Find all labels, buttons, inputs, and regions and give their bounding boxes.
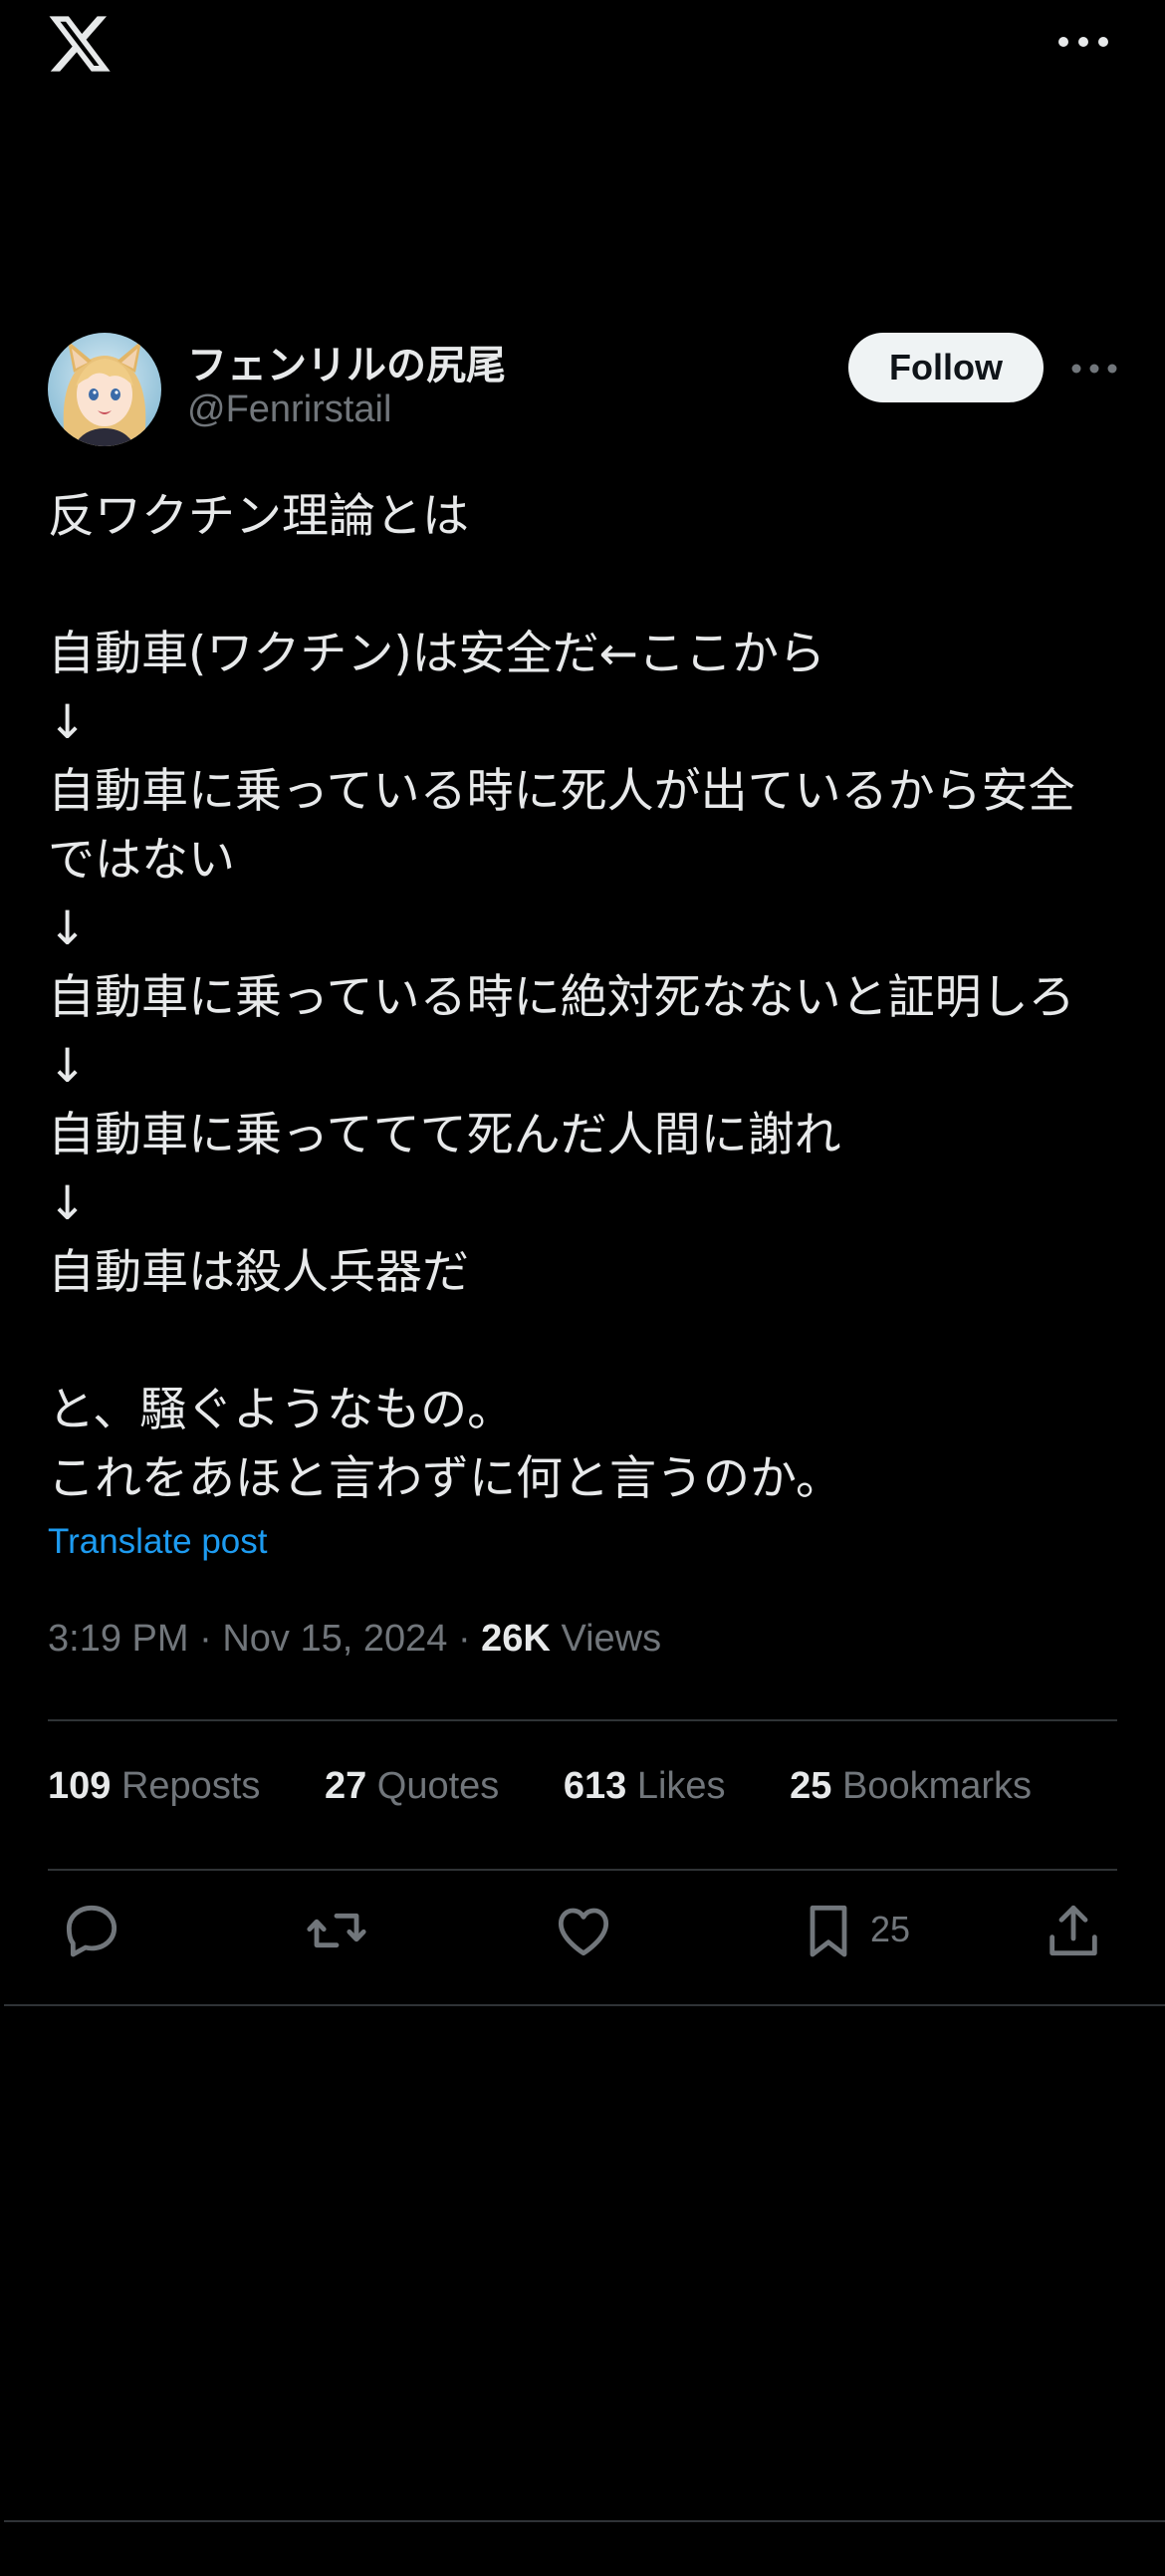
post-time[interactable]: 3:19 PM (48, 1618, 189, 1660)
post-line (48, 551, 1123, 620)
likes-count: 613 (563, 1765, 627, 1807)
meta-separator: · (457, 1618, 471, 1660)
post-text: 反ワクチン理論とは 自動車(ワクチン)は安全だ←ここから ↓ 自動車に乗っている… (48, 482, 1123, 1513)
bookmark-icon[interactable] (797, 1899, 860, 1962)
views-count: 26K (481, 1618, 551, 1660)
quotes-stat[interactable]: 27 Quotes (325, 1765, 499, 1808)
post-line: 反ワクチン理論とは (48, 489, 469, 544)
avatar-image (48, 333, 161, 446)
post-header: フェンリルの尻尾 @Fenrirstail Follow (48, 333, 1117, 450)
post-meta: 3:19 PM · Nov 15, 2024 · 26K Views (48, 1618, 661, 1661)
post-line: と、騒ぐようなもの。 (48, 1383, 515, 1437)
bookmarks-count: 25 (790, 1765, 832, 1807)
divider (48, 1719, 1117, 1721)
repost-icon[interactable] (305, 1899, 368, 1962)
quotes-label: Quotes (376, 1765, 500, 1807)
engagement-stats: 109 Reposts 27 Quotes 613 Likes 25 Bookm… (48, 1765, 1085, 1808)
likes-stat[interactable]: 613 Likes (564, 1765, 726, 1808)
post-line: ↓ (48, 1176, 88, 1231)
divider (4, 2004, 1165, 2006)
post-more-icon[interactable] (1069, 349, 1119, 388)
share-icon[interactable] (1042, 1899, 1105, 1962)
views-label: Views (561, 1618, 662, 1660)
divider (4, 2520, 1165, 2522)
post-line: 自動車に乗っている時に絶対死なないと証明しろ (48, 970, 1075, 1025)
display-name[interactable]: フェンリルの尻尾 (187, 333, 506, 390)
bookmarks-stat[interactable]: 25 Bookmarks (790, 1765, 1032, 1808)
follow-button[interactable]: Follow (848, 333, 1044, 402)
top-bar (0, 0, 1165, 90)
divider (48, 1869, 1117, 1871)
user-handle[interactable]: @Fenrirstail (187, 388, 391, 431)
meta-separator: · (199, 1618, 212, 1660)
post-line: 自動車は殺人兵器だ (48, 1245, 469, 1300)
heart-icon[interactable] (552, 1899, 615, 1962)
post-line: これをあほと言わずに何と言うのか。 (48, 1451, 843, 1506)
bookmark-action-count: 25 (870, 1909, 911, 1949)
post-line: 自動車に乗っている時に死人が出ているから安全 (48, 764, 1075, 819)
post-line: ↓ (48, 1039, 88, 1094)
reposts-stat[interactable]: 109 Reposts (48, 1765, 260, 1808)
post-line: 自動車(ワクチン)は安全だ←ここから (48, 627, 826, 681)
more-horizontal-icon[interactable] (1055, 22, 1111, 62)
action-bar: 25 (0, 1899, 1165, 1978)
reply-icon[interactable] (60, 1899, 123, 1962)
post-date[interactable]: Nov 15, 2024 (222, 1618, 447, 1660)
reposts-label: Reposts (120, 1765, 261, 1807)
avatar[interactable] (48, 333, 161, 446)
post-line: ↓ (48, 902, 88, 956)
quotes-count: 27 (324, 1765, 367, 1807)
post-line: ではない (48, 833, 235, 888)
post-line: 自動車に乗っててて死んだ人間に謝れ (48, 1108, 841, 1162)
post-line (48, 1307, 1123, 1376)
reposts-count: 109 (48, 1765, 112, 1807)
post-line: ↓ (48, 695, 88, 750)
likes-label: Likes (636, 1765, 726, 1807)
x-logo-icon[interactable] (46, 10, 114, 78)
bookmarks-label: Bookmarks (841, 1765, 1033, 1807)
translate-post-link[interactable]: Translate post (48, 1522, 267, 1562)
